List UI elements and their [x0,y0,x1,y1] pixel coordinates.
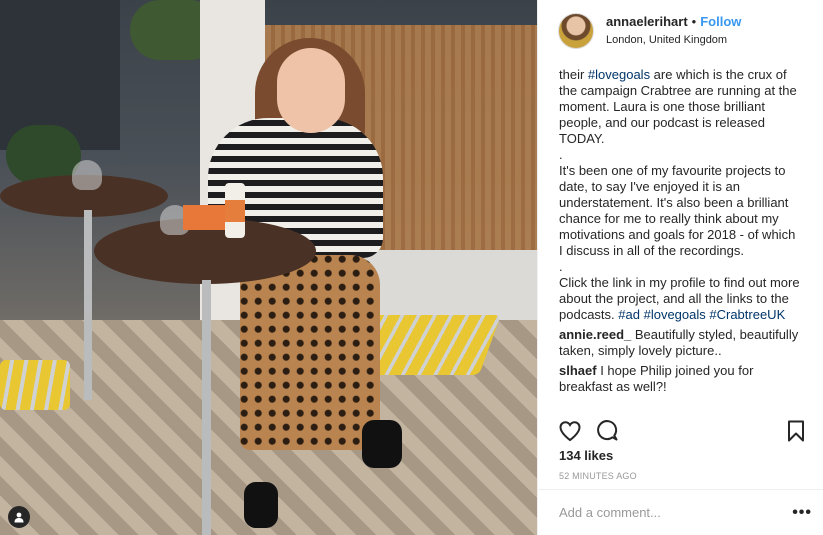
comment-input[interactable] [559,505,793,520]
header-row: annaelerihart • Follow [606,14,741,30]
hashtag-link[interactable]: #lovegoals [588,67,650,82]
location-link[interactable]: London, United Kingdom [606,32,741,48]
username-link[interactable]: annaelerihart [606,14,688,30]
woman-face [277,48,345,133]
caption-dot: . [559,259,563,274]
person-tag-icon[interactable] [8,506,30,528]
header-text: annaelerihart • Follow London, United Ki… [606,14,741,48]
hashtag-link[interactable]: #CrabtreeUK [709,307,785,322]
comment-username-link[interactable]: annie.reed_ [559,327,631,342]
loafer-left [244,482,278,528]
more-options-button[interactable]: ••• [792,504,812,522]
action-bar [538,413,823,449]
post-header: annaelerihart • Follow London, United Ki… [538,0,823,62]
post-sidebar: annaelerihart • Follow London, United Ki… [537,0,823,535]
comment-bubble-icon[interactable] [596,419,620,443]
separator-dot: • [691,14,697,29]
caption-paragraph-1: their #lovegoals are which is the crux o… [559,67,802,147]
caption-scroll-area[interactable]: their #lovegoals are which is the crux o… [538,62,823,410]
leopard-trousers [240,255,380,450]
avatar[interactable] [558,13,594,49]
post-photo[interactable] [0,0,537,535]
comment-bar: ••• [538,489,823,535]
heart-icon[interactable] [558,419,582,443]
table-pole-back [84,210,92,400]
bottle-label [225,200,245,222]
comment-item: annie.reed_ Beautifully styled, beautifu… [559,327,802,359]
table-pole-front [202,280,211,535]
flower-vase-back [72,160,102,190]
bookmark-icon[interactable] [784,419,808,443]
comment-username-link[interactable]: slhaef [559,363,597,378]
product-box [183,205,228,230]
caption-paragraph-3: Click the link in my profile to find out… [559,275,802,323]
follow-button[interactable]: Follow [700,14,741,30]
likes-count[interactable]: 134 likes [559,448,613,463]
hashtag-link[interactable]: #ad [618,307,640,322]
caption-text: their [559,67,588,82]
caption-paragraph-2: It's been one of my favourite projects t… [559,163,796,258]
yellow-stool-left [0,360,70,410]
caption-dot: . [559,147,563,162]
loafer-right [362,420,402,468]
hashtag-link[interactable]: #lovegoals [644,307,706,322]
post-timestamp[interactable]: 52 MINUTES AGO [559,471,637,481]
comment-item: slhaef I hope Philip joined you for brea… [559,363,802,395]
